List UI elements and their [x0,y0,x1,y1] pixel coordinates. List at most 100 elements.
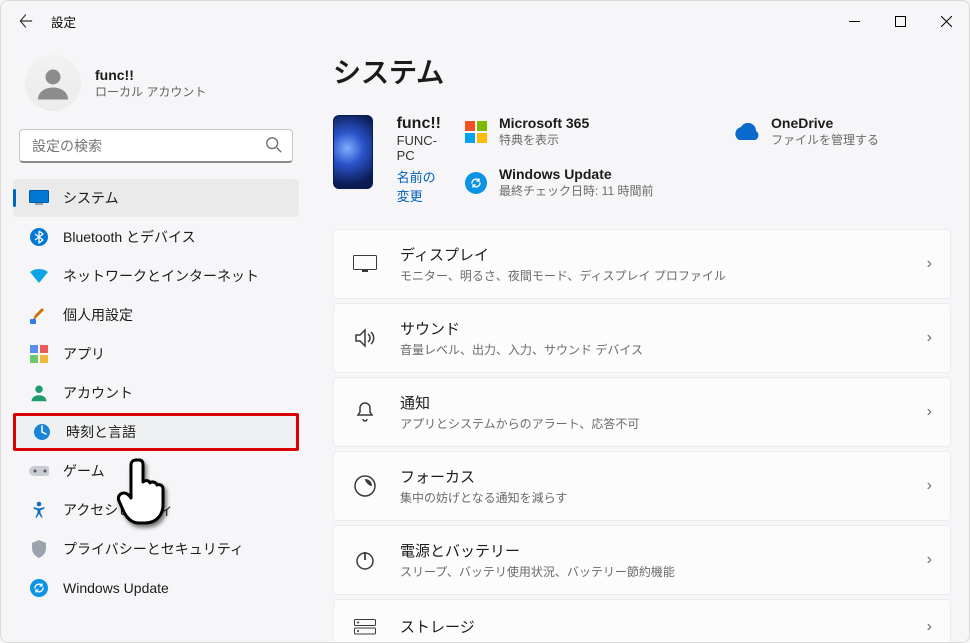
pins: Microsoft 365特典を表示 OneDriveファイルを管理する Win… [465,115,951,199]
card-title: 電源とバッテリー [400,540,905,561]
settings-cards: ディスプレイモニター、明るさ、夜間モード、ディスプレイ プロファイル › サウン… [333,229,951,642]
window-controls [831,1,969,41]
sidebar-item-accessibility[interactable]: アクセシビリティ [13,491,299,529]
update-icon [465,172,487,194]
close-icon [941,16,952,27]
pin-onedrive[interactable]: OneDriveファイルを管理する [731,115,951,148]
user-icon [35,65,71,101]
sidebar-item-time-language[interactable]: 時刻と言語 [13,413,299,451]
pin-windows-update[interactable]: Windows Update最終チェック日時: 11 時間前 [465,166,951,199]
sidebar-item-bluetooth[interactable]: Bluetooth とデバイス [13,218,299,256]
sidebar-item-windows-update[interactable]: Windows Update [13,569,299,607]
sidebar-item-label: Windows Update [63,580,169,596]
pin-title: Windows Update [499,166,653,182]
sidebar-item-label: システム [63,188,119,208]
sidebar-item-label: アカウント [63,383,133,403]
minimize-icon [849,16,860,27]
storage-icon [352,614,378,640]
pin-title: OneDrive [771,115,879,131]
sidebar-item-label: プライバシーとセキュリティ [63,539,244,559]
device-info: func!! FUNC-PC 名前の変更 [397,115,441,205]
chevron-right-icon: › [927,329,932,347]
card-title: ストレージ [400,616,905,637]
card-storage[interactable]: ストレージ › [333,599,951,642]
pin-sub: 最終チェック日時: 11 時間前 [499,182,653,199]
card-sub: 集中の妨げとなる通知を減らす [400,489,905,506]
power-icon [352,547,378,573]
pin-sub: 特典を表示 [499,131,589,148]
sidebar-item-label: Bluetooth とデバイス [63,227,196,247]
search-icon [265,136,283,157]
sidebar-item-system[interactable]: システム [13,179,299,217]
person-icon [29,383,49,403]
brush-icon [29,305,49,325]
nav-list: システム Bluetooth とデバイス ネットワークとインターネット 個人用設… [7,179,305,607]
chevron-right-icon: › [927,618,932,636]
focus-icon [352,473,378,499]
card-title: サウンド [400,318,905,339]
apps-icon [29,344,49,364]
bluetooth-icon [29,227,49,247]
wifi-icon [29,266,49,286]
card-sound[interactable]: サウンド音量レベル、出力、入力、サウンド デバイス › [333,303,951,373]
card-power[interactable]: 電源とバッテリースリープ、バッテリ使用状況、バッテリー節約機能 › [333,525,951,595]
sidebar-item-apps[interactable]: アプリ [13,335,299,373]
card-sub: スリープ、バッテリ使用状況、バッテリー節約機能 [400,563,905,580]
titlebar: 設定 [1,1,969,41]
close-button[interactable] [923,1,969,41]
card-title: ディスプレイ [400,244,905,265]
sidebar-item-privacy[interactable]: プライバシーとセキュリティ [13,530,299,568]
sidebar-item-accounts[interactable]: アカウント [13,374,299,412]
display-icon [352,251,378,277]
chevron-right-icon: › [927,403,932,421]
card-focus[interactable]: フォーカス集中の妨げとなる通知を減らす › [333,451,951,521]
profile-sub: ローカル アカウント [95,83,206,100]
accessibility-icon [29,500,49,520]
pin-title: Microsoft 365 [499,115,589,131]
card-title: 通知 [400,392,905,413]
pin-sub: ファイルを管理する [771,131,879,148]
maximize-button[interactable] [877,1,923,41]
maximize-icon [895,16,906,27]
sidebar: func!! ローカル アカウント システム Bluetooth とデバイス ネ… [1,41,311,642]
ms365-icon [465,121,487,143]
page-title: システム [333,51,951,91]
card-sub: 音量レベル、出力、入力、サウンド デバイス [400,341,905,358]
sound-icon [352,325,378,351]
main: システム func!! FUNC-PC 名前の変更 Microsoft 365特… [311,41,969,642]
card-display[interactable]: ディスプレイモニター、明るさ、夜間モード、ディスプレイ プロファイル › [333,229,951,299]
chevron-right-icon: › [927,551,932,569]
search-input[interactable] [19,129,293,163]
card-sub: アプリとシステムからのアラート、応答不可 [400,415,905,432]
sidebar-item-label: アプリ [63,344,105,364]
sidebar-item-network[interactable]: ネットワークとインターネット [13,257,299,295]
device-row: func!! FUNC-PC 名前の変更 Microsoft 365特典を表示 … [333,115,951,205]
bell-icon [352,399,378,425]
back-button[interactable] [9,14,43,28]
update-icon [29,578,49,598]
chevron-right-icon: › [927,477,932,495]
sidebar-item-label: ゲーム [63,461,105,481]
card-title: フォーカス [400,466,905,487]
profile-name: func!! [95,67,206,83]
device-thumbnail [333,115,373,189]
pin-ms365[interactable]: Microsoft 365特典を表示 [465,115,685,148]
app-title: 設定 [51,12,76,31]
device-model: FUNC-PC [397,133,441,163]
sidebar-item-label: ネットワークとインターネット [63,266,259,286]
sidebar-item-personalization[interactable]: 個人用設定 [13,296,299,334]
avatar [25,55,81,111]
search-wrap [19,129,293,163]
rename-link[interactable]: 名前の変更 [397,167,441,205]
minimize-button[interactable] [831,1,877,41]
profile-block[interactable]: func!! ローカル アカウント [7,47,305,125]
card-sub: モニター、明るさ、夜間モード、ディスプレイ プロファイル [400,267,905,284]
card-notifications[interactable]: 通知アプリとシステムからのアラート、応答不可 › [333,377,951,447]
arrow-left-icon [19,14,33,28]
sidebar-item-label: アクセシビリティ [63,500,173,520]
gamepad-icon [29,461,49,481]
device-name: func!! [397,115,441,133]
sidebar-item-label: 個人用設定 [63,305,133,325]
clock-globe-icon [32,422,52,442]
sidebar-item-gaming[interactable]: ゲーム [13,452,299,490]
